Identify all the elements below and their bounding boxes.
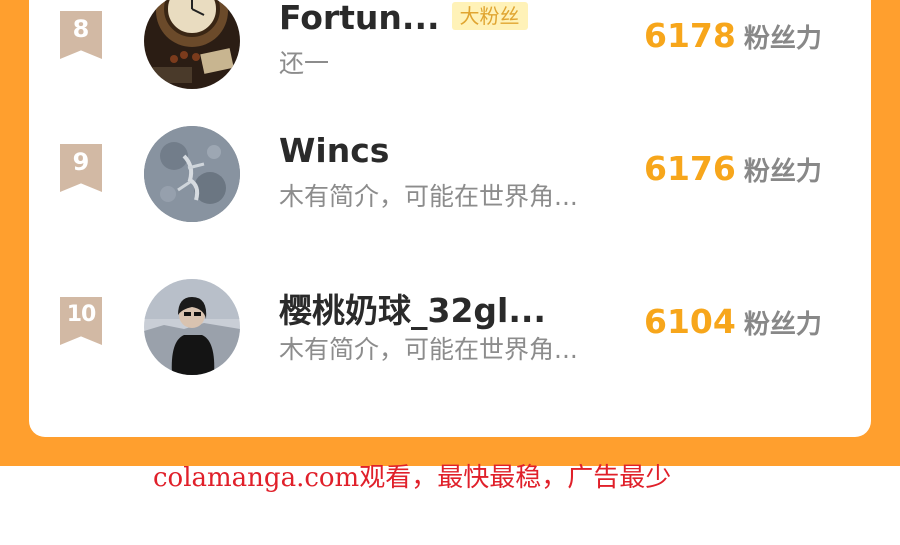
avatar[interactable] <box>144 0 240 89</box>
fan-score: 6176 粉丝力 <box>644 149 822 188</box>
score-value: 6178 <box>644 16 736 55</box>
score-value: 6176 <box>644 149 736 188</box>
avatar[interactable] <box>144 279 240 375</box>
watermark-text: colamanga.com观看，最快最稳，广告最少 <box>153 463 672 493</box>
score-unit: 粉丝力 <box>743 157 822 187</box>
fan-score: 6104 粉丝力 <box>644 302 822 341</box>
score-unit: 粉丝力 <box>743 24 822 54</box>
ranking-row-9[interactable]: 9 Wincs 木有简介，可能在世界角... 6176 粉丝力 <box>29 107 871 222</box>
user-bio: 木有简介，可能在世界角... <box>279 335 578 364</box>
ranking-card: 8 Fortun... 大粉丝 还一 6178 粉丝力 9 Wincs 木有简介… <box>29 0 871 437</box>
user-bio: 还一 <box>279 49 330 78</box>
clock-photo-icon <box>144 0 240 89</box>
user-bio: 木有简介，可能在世界角... <box>279 182 578 211</box>
user-name[interactable]: Fortun... 大粉丝 <box>279 0 528 37</box>
user-name[interactable]: Wincs <box>279 131 389 170</box>
user-name[interactable]: 樱桃奶球_32gl... <box>279 284 546 332</box>
score-unit: 粉丝力 <box>743 310 822 340</box>
fan-badge: 大粉丝 <box>451 1 528 30</box>
fan-score: 6178 粉丝力 <box>644 16 822 55</box>
rank-ribbon: 10 <box>60 297 102 345</box>
person-photo-icon <box>144 279 240 375</box>
rank-ribbon: 8 <box>60 11 102 59</box>
avatar[interactable] <box>144 126 240 222</box>
ranking-row-8[interactable]: 8 Fortun... 大粉丝 还一 6178 粉丝力 <box>29 0 871 89</box>
score-value: 6104 <box>644 302 736 341</box>
rank-ribbon: 9 <box>60 144 102 192</box>
ranking-row-10[interactable]: 10 樱桃奶球_32gl... 木有简介，可能在世界角... 6104 粉丝力 <box>29 260 871 375</box>
moon-photo-icon <box>144 126 240 222</box>
